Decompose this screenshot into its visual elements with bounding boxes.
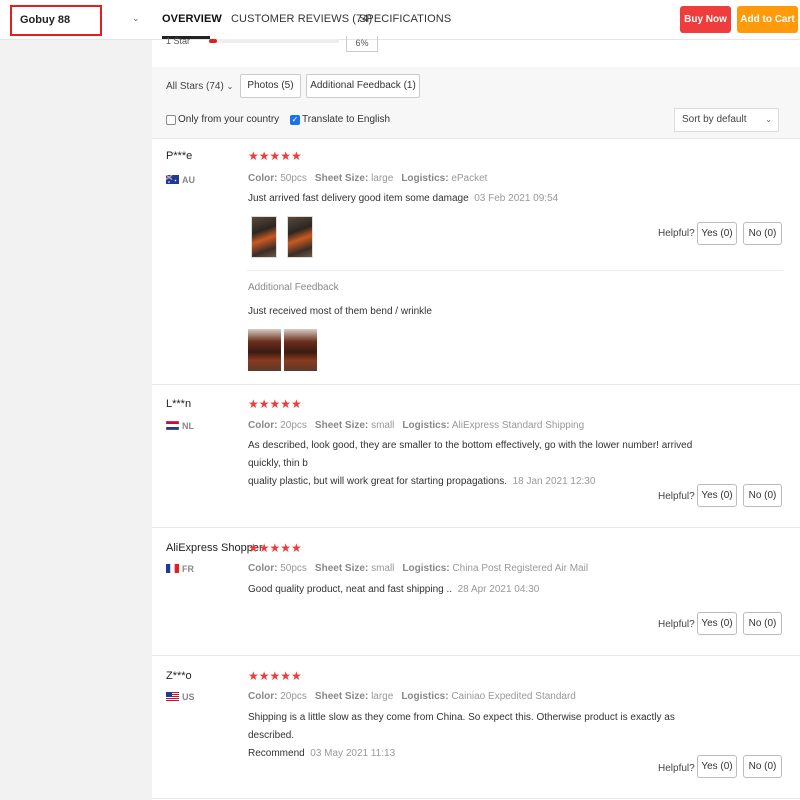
helpful-yes-button[interactable]: Yes (0): [697, 222, 737, 245]
divider: [152, 655, 800, 656]
divider: [152, 527, 800, 528]
additional-feedback-text: Just received most of them bend / wrinkl…: [248, 306, 432, 317]
review-text: As described, look good, they are smalle…: [248, 440, 693, 487]
additional-feedback-photo[interactable]: [284, 329, 317, 371]
helpful-yes-button[interactable]: Yes (0): [697, 484, 737, 507]
left-sidebar: [0, 40, 152, 800]
translate-label: Translate to English: [302, 114, 391, 125]
review-text: Good quality product, neat and fast ship…: [248, 584, 540, 595]
divider: [247, 270, 783, 271]
divider: [152, 798, 800, 799]
country-code: FR: [182, 564, 194, 574]
helpful-no-button[interactable]: No (0): [743, 755, 782, 778]
review-photo[interactable]: [251, 216, 277, 258]
translate-checkbox[interactable]: ✓: [290, 115, 300, 125]
rating-percent: 6%: [346, 36, 378, 52]
country-code: AU: [182, 175, 195, 185]
flag-us-icon: [166, 692, 179, 701]
country-code: US: [182, 692, 195, 702]
reviewer-name: P***e: [166, 150, 193, 162]
helpful-label: Helpful?: [658, 491, 695, 502]
helpful-no-button[interactable]: No (0): [743, 484, 782, 507]
flag-fr-icon: [166, 564, 179, 573]
star-rating: ★★★★★: [248, 669, 302, 683]
review-photo[interactable]: [287, 216, 313, 258]
rating-bar-fill: [209, 39, 217, 43]
review-attributes: Color: 50pcs Sheet Size: large Logistics: …: [248, 173, 488, 184]
flag-au-icon: [166, 175, 179, 184]
helpful-no-button[interactable]: No (0): [743, 222, 782, 245]
helpful-label: Helpful?: [658, 763, 695, 774]
sort-select[interactable]: Sort by default ⌄: [674, 108, 779, 132]
chevron-down-icon: ⌄: [226, 82, 234, 91]
additional-feedback-title: Additional Feedback: [248, 282, 339, 293]
additional-feedback-photo[interactable]: [248, 329, 281, 371]
tab-customer-reviews[interactable]: CUSTOMER REVIEWS (74): [231, 13, 372, 25]
rating-row-label: 1 Star: [166, 36, 191, 46]
review-attributes: Color: 50pcs Sheet Size: small Logistics: …: [248, 563, 589, 574]
tab-specifications[interactable]: SPECIFICATIONS: [359, 13, 451, 25]
helpful-yes-button[interactable]: Yes (0): [697, 612, 737, 635]
photos-filter-button[interactable]: Photos (5): [240, 74, 301, 98]
all-stars-filter[interactable]: All Stars (74) ⌄: [166, 81, 233, 92]
all-stars-label: All Stars (74): [166, 81, 224, 92]
helpful-label: Helpful?: [658, 619, 695, 630]
only-country-label: Only from your country: [178, 114, 280, 125]
star-rating: ★★★★★: [248, 149, 302, 163]
divider: [152, 138, 800, 139]
only-country-checkbox[interactable]: [166, 115, 176, 125]
review-text: Just arrived fast delivery good item som…: [248, 193, 559, 204]
helpful-yes-button[interactable]: Yes (0): [697, 755, 737, 778]
review-text: Shipping is a little slow as they come f…: [248, 712, 675, 759]
sort-value: Sort by default: [682, 114, 747, 125]
country-code: NL: [182, 421, 194, 431]
tab-overview[interactable]: OVERVIEW: [162, 13, 222, 25]
add-to-cart-button[interactable]: Add to Cart: [737, 6, 798, 33]
store-name-selector[interactable]: Gobuy 88 Store: [10, 5, 102, 53]
reviewer-name: Z***o: [166, 670, 192, 682]
flag-nl-icon: [166, 421, 179, 430]
review-attributes: Color: 20pcs Sheet Size: large Logistics: …: [248, 691, 576, 702]
chevron-down-icon: ⌄: [765, 115, 772, 124]
additional-feedback-filter-button[interactable]: Additional Feedback (1): [306, 74, 420, 98]
rating-bar-track: [209, 39, 339, 43]
chevron-down-icon[interactable]: ⌄: [132, 13, 140, 24]
reviewer-name: L***n: [166, 398, 192, 410]
helpful-no-button[interactable]: No (0): [743, 612, 782, 635]
star-rating: ★★★★★: [248, 541, 302, 555]
star-rating: ★★★★★: [248, 397, 302, 411]
review-attributes: Color: 20pcs Sheet Size: small Logistics: …: [248, 420, 585, 431]
buy-now-button[interactable]: Buy Now: [680, 6, 731, 33]
divider: [152, 384, 800, 385]
helpful-label: Helpful?: [658, 228, 695, 239]
